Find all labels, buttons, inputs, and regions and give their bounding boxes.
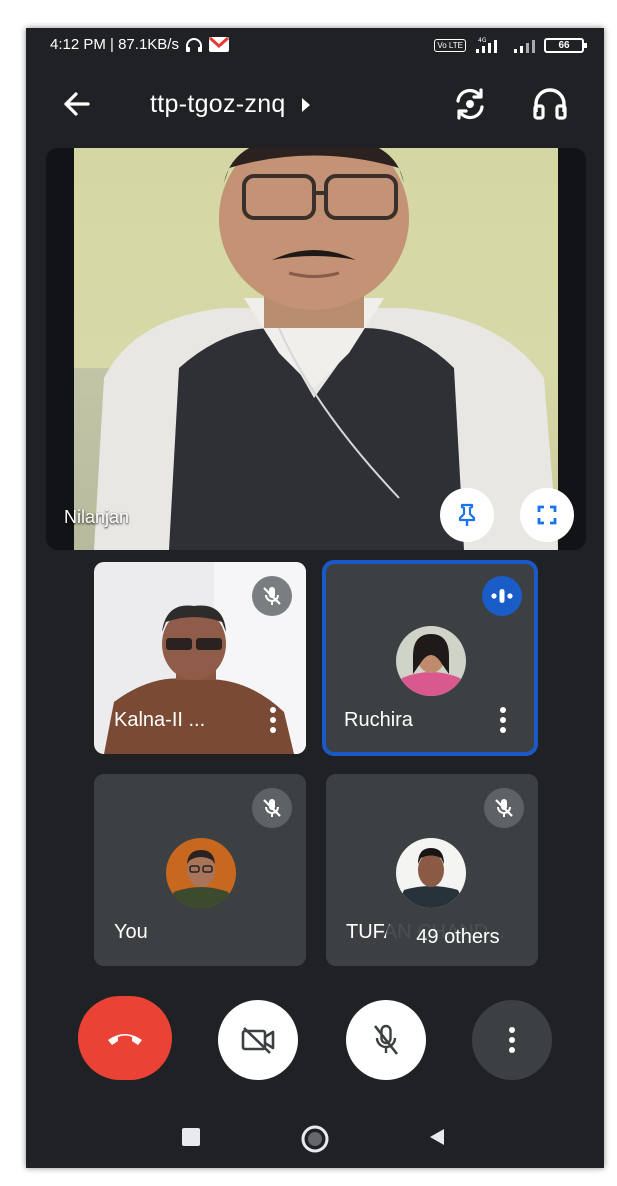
end-call-button[interactable] [78, 996, 172, 1080]
mic-muted-badge [252, 788, 292, 828]
more-options-icon[interactable] [500, 706, 506, 734]
avatar-image [166, 838, 236, 908]
headphones-icon[interactable] [530, 84, 570, 124]
pin-button[interactable] [440, 488, 494, 542]
participant-name: Ruchira [344, 709, 413, 731]
main-video-feed [74, 148, 558, 550]
mic-muted-badge [252, 576, 292, 616]
signal-4g-icon: 4G [476, 37, 497, 53]
back-triangle-icon[interactable] [426, 1126, 448, 1148]
navigation-bar [26, 1114, 604, 1168]
headphones-status-icon [185, 37, 202, 52]
more-options-button[interactable] [472, 1000, 552, 1080]
svg-text:4G: 4G [478, 37, 487, 44]
volte-icon: Vo LTE [434, 38, 466, 52]
speaking-indicator [482, 576, 522, 616]
camera-off-icon [241, 1027, 275, 1054]
recents-square-icon[interactable] [180, 1126, 202, 1148]
pin-icon [458, 503, 476, 526]
status-bar: 4:12 PM | 87.1KB/s Vo LTE 4G 66 [26, 28, 604, 64]
back-arrow-icon[interactable] [58, 86, 94, 122]
more-options-icon[interactable] [270, 706, 276, 734]
audio-level-icon [491, 589, 513, 603]
meeting-code: ttp-tgoz-znq [150, 90, 286, 118]
meeting-title-button[interactable]: ttp-tgoz-znq [150, 90, 310, 119]
mic-off-icon [373, 1024, 399, 1055]
participant-tile-ruchira[interactable]: Ruchira [322, 560, 538, 756]
mic-off-icon [495, 799, 513, 817]
switch-camera-icon[interactable] [450, 84, 490, 124]
main-video-tile[interactable]: Nilanjan [46, 148, 586, 550]
participant-tile-kalna[interactable]: Kalna-II ... [94, 562, 306, 754]
avatar [396, 838, 466, 908]
participant-tile-you[interactable]: You [94, 774, 306, 966]
main-speaker-name: Nilanjan [64, 507, 130, 527]
speaker-video-image [74, 148, 558, 550]
status-time-speed: 4:12 PM | 87.1KB/s [50, 36, 179, 53]
fullscreen-button[interactable] [520, 488, 574, 542]
avatar-image [396, 626, 466, 696]
participant-name: Kalna-II ... [114, 709, 206, 731]
more-vert-icon [509, 1027, 515, 1053]
participant-name: You [114, 921, 148, 943]
mic-off-icon [263, 587, 281, 605]
avatar [396, 626, 466, 696]
fullscreen-icon [537, 505, 557, 525]
others-count-chip[interactable]: 49 others [386, 914, 530, 960]
mic-toggle-button[interactable] [346, 1000, 426, 1080]
avatar-image [396, 838, 466, 908]
gmail-icon [208, 37, 229, 52]
battery-icon: 66 [544, 37, 587, 53]
top-bar: ttp-tgoz-znq [26, 76, 604, 132]
home-circle-icon[interactable] [300, 1124, 330, 1154]
avatar [166, 838, 236, 908]
meet-screen: 4:12 PM | 87.1KB/s Vo LTE 4G 66 ttp-tgoz… [26, 28, 604, 1168]
caret-right-icon [301, 97, 310, 112]
signal-icon [514, 40, 535, 53]
camera-toggle-button[interactable] [218, 1000, 298, 1080]
hang-up-icon [108, 1034, 142, 1045]
mic-muted-badge [484, 788, 524, 828]
mic-off-icon [263, 799, 281, 817]
